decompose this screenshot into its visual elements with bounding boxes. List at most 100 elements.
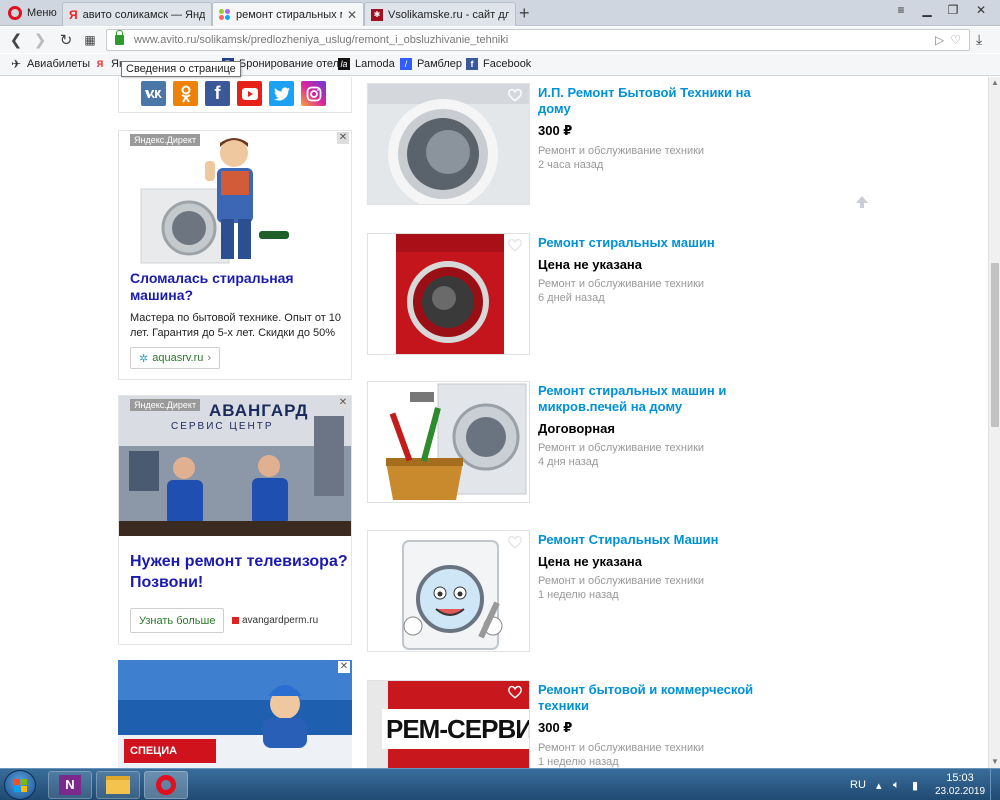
ad-label: Яндекс.Директ [130, 134, 201, 146]
send-icon[interactable]: ▷ [935, 33, 944, 47]
favorite-heart-icon[interactable] [507, 535, 523, 549]
url-field[interactable]: www.avito.ru/solikamsk/predlozheniya_usl… [106, 29, 970, 51]
avito-icon [219, 8, 231, 21]
scroll-up-icon[interactable]: ▲ [989, 77, 1000, 89]
lock-icon[interactable] [115, 30, 124, 45]
lamoda-icon: la [338, 58, 350, 70]
taskbar-opera[interactable] [144, 771, 188, 799]
volume-icon[interactable]: 🔈︎ [893, 769, 900, 800]
listing-title[interactable]: Ремонт бытовой и коммерческой техники [538, 682, 763, 714]
download-icon[interactable]: ⤓ [976, 31, 982, 48]
listing-title[interactable]: Ремонт Стиральных Машин [538, 532, 763, 548]
restore-icon[interactable]: ❐ [940, 0, 966, 20]
chevron-right-icon: › [207, 352, 212, 364]
tab-yandex[interactable]: Я авито соликамск — Яндек [62, 2, 212, 26]
listing-price: Договорная [538, 421, 615, 436]
listing-thumbnail[interactable] [367, 83, 530, 205]
opera-icon [156, 775, 176, 795]
favorite-heart-icon[interactable] [507, 88, 523, 102]
taskbar-explorer[interactable] [96, 771, 140, 799]
youtube-icon[interactable] [237, 81, 262, 106]
minimize-icon[interactable]: ▁ [914, 0, 940, 20]
forward-icon[interactable]: ❯ [30, 30, 50, 50]
ad-tv-repair[interactable]: Яндекс.Директ ✕ АВАНГАРД СЕРВИС ЦЕНТР Ну… [118, 395, 352, 645]
twitter-icon[interactable] [269, 81, 294, 106]
menu-label: Меню [27, 7, 57, 19]
back-icon[interactable]: ❮ [6, 30, 26, 50]
page-content: f Яндекс.Директ ✕ Сломалась стиральная м… [0, 77, 988, 768]
listing-category: Ремонт и обслуживание техники [538, 742, 705, 754]
close-ad-icon[interactable]: ✕ [338, 661, 350, 673]
bookmark-aviabilety[interactable]: ✈ Авиабилеты [10, 57, 90, 71]
reload-icon[interactable]: ↻ [56, 30, 76, 50]
ad-image-sign: АВАНГАРД [209, 401, 309, 420]
folder-icon [106, 776, 130, 794]
bookmark-rambler[interactable]: / Рамблер [400, 58, 462, 70]
listing-item[interactable]: РЕМ-СЕРВИС Ремонт бытовой и коммерческой… [367, 680, 767, 768]
listing-title[interactable]: Ремонт стиральных машин и микров.печей н… [538, 383, 763, 415]
ad-link-button[interactable]: ✲ aquasrv.ru › [130, 347, 221, 369]
bookmark-lamoda[interactable]: la Lamoda [338, 58, 395, 70]
learn-more-button[interactable]: Узнать больше [130, 608, 225, 633]
network-icon[interactable]: ▮ [912, 769, 918, 800]
listing-title[interactable]: Ремонт стиральных машин [538, 235, 763, 251]
listing-price: Цена не указана [538, 554, 642, 569]
ad-title[interactable]: Нужен ремонт телевизора? Позвони! [130, 551, 350, 593]
opera-logo-icon [8, 6, 22, 20]
yandex-icon: Я [96, 59, 104, 69]
favorite-heart-icon[interactable] [507, 685, 523, 699]
ad-washing-machine[interactable]: Яндекс.Директ ✕ Сломалась стиральная маш… [118, 130, 352, 380]
ad-specialist[interactable]: ✕ СПЕЦИА [118, 660, 352, 768]
listing-thumbnail[interactable] [367, 530, 530, 652]
listing-item[interactable]: Ремонт стиральных машин Цена не указана … [367, 233, 767, 357]
language-indicator[interactable]: RU [850, 769, 866, 800]
listing-item[interactable]: И.П. Ремонт Бытовой Техники на дому 300 … [367, 83, 767, 207]
vk-icon[interactable] [141, 81, 166, 106]
close-ad-icon[interactable]: ✕ [337, 132, 349, 144]
scrollbar-thumb[interactable] [991, 263, 999, 427]
facebook-icon[interactable]: f [205, 81, 230, 106]
listing-title[interactable]: И.П. Ремонт Бытовой Техники на дому [538, 85, 763, 117]
ad-image-sign-sub: СЕРВИС ЦЕНТР [171, 421, 274, 432]
listing-item[interactable]: Ремонт Стиральных Машин Цена не указана … [367, 530, 767, 654]
vertical-scrollbar[interactable]: ▲ ▼ [988, 77, 1000, 768]
taskbar-onenote[interactable]: N [48, 771, 92, 799]
listing-date: 2 часа назад [538, 159, 604, 171]
instagram-icon[interactable] [301, 81, 326, 106]
show-desktop-button[interactable] [990, 769, 1000, 800]
close-window-icon[interactable]: ✕ [966, 0, 996, 20]
close-ad-icon[interactable]: ✕ [337, 397, 349, 409]
bookmark-heart-icon[interactable]: ♡ [950, 33, 961, 47]
favorite-heart-icon[interactable] [507, 386, 523, 400]
listing-item[interactable]: Ремонт стиральных машин и микров.печей н… [367, 381, 767, 505]
tab-avito[interactable]: ремонт стиральных маши ✕ [212, 2, 364, 26]
scroll-up-arrow-icon[interactable] [855, 195, 869, 209]
tray-expand-icon[interactable]: ▴ [876, 769, 882, 800]
tab-title: Vsolikamske.ru - сайт для [388, 8, 509, 21]
close-tab-icon[interactable]: ✕ [347, 8, 357, 22]
listing-thumbnail[interactable] [367, 381, 530, 503]
tab-title: ремонт стиральных маши [236, 8, 342, 21]
ad-title[interactable]: Сломалась стиральная машина? [130, 270, 345, 304]
listing-category: Ремонт и обслуживание техники [538, 442, 705, 454]
bookmark-facebook[interactable]: f Facebook [466, 58, 531, 70]
opera-menu-button[interactable]: Меню [2, 2, 60, 24]
start-button[interactable] [4, 770, 36, 800]
listing-thumbnail[interactable]: РЕМ-СЕРВИС [367, 680, 530, 768]
ad-image-text: СПЕЦИА [124, 739, 216, 763]
listing-thumbnail[interactable] [367, 233, 530, 355]
listing-date: 1 неделю назад [538, 589, 619, 601]
new-tab-button[interactable]: + [519, 3, 530, 24]
scroll-down-icon[interactable]: ▼ [989, 756, 1000, 768]
favorite-heart-icon[interactable] [507, 238, 523, 252]
avangard-logo-icon [232, 617, 239, 624]
tab-strip: Меню Я авито соликамск — Яндек ремонт ст… [0, 0, 1000, 26]
tab-menu-icon[interactable]: ≡ [888, 0, 914, 20]
listing-price: Цена не указана [538, 257, 642, 272]
ad-link[interactable]: avangardperm.ru [232, 615, 318, 626]
tab-vsolikamske[interactable]: ✱ Vsolikamske.ru - сайт для [364, 2, 516, 26]
bookmark-label: Рамблер [417, 58, 462, 70]
speed-dial-icon[interactable]: ▦ [80, 30, 100, 50]
odnoklassniki-icon[interactable] [173, 81, 198, 106]
clock[interactable]: 15:03 23.02.2019 [935, 769, 985, 800]
